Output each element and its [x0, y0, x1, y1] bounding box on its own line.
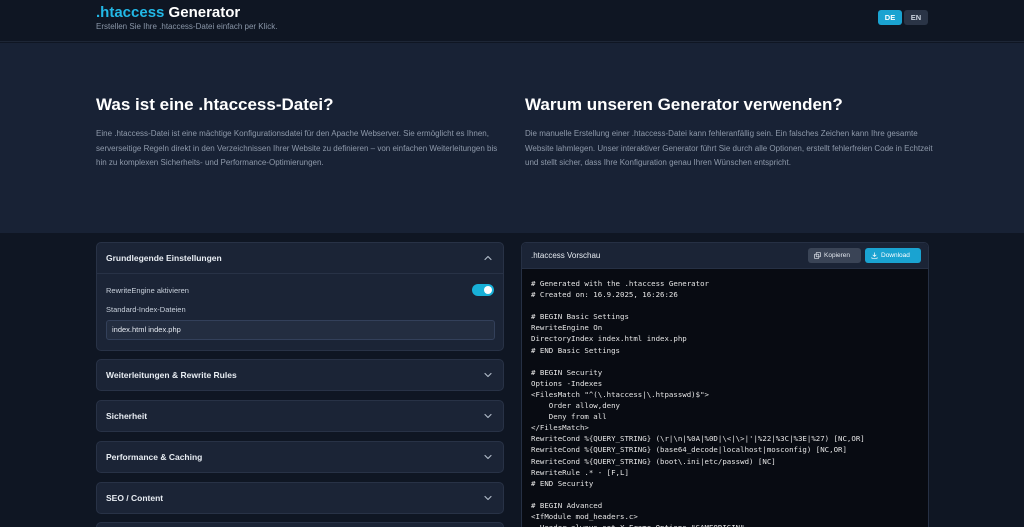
rewrite-engine-label: RewriteEngine aktivieren: [106, 285, 189, 295]
accordion-performance[interactable]: Performance & Caching: [96, 441, 504, 473]
code-line: <FilesMatch "^(\.htaccess|\.htpasswd)$">: [531, 389, 709, 399]
accordion-basic-settings-title: Grundlegende Einstellungen: [106, 253, 222, 263]
accordion-performance-header[interactable]: Performance & Caching: [97, 442, 503, 472]
chevron-down-icon: [484, 454, 492, 460]
accordion-seo-header[interactable]: SEO / Content: [97, 483, 503, 513]
chevron-down-icon: [484, 413, 492, 419]
accordion-redirects-header[interactable]: Weiterleitungen & Rewrite Rules: [97, 360, 503, 390]
accordion-security-title: Sicherheit: [106, 411, 148, 421]
code-line: <IfModule mod_headers.c>: [531, 511, 638, 521]
code-line: RewriteEngine On: [531, 323, 603, 333]
code-line: RewriteCond %{QUERY_STRING} (boot\.ini|e…: [531, 456, 776, 466]
download-button[interactable]: Download: [865, 248, 921, 263]
code-line: RewriteRule .* - [F,L]: [531, 467, 629, 477]
code-line: # END Security: [531, 478, 594, 488]
intro-what-is: Was ist eine .htaccess-Datei? Eine .htac…: [96, 95, 506, 171]
accordion-next[interactable]: [96, 522, 504, 527]
code-line: Options -Indexes: [531, 378, 603, 388]
copy-button[interactable]: Kopieren: [808, 248, 861, 263]
accordion-basic-settings-body: RewriteEngine aktivieren Standard-Index-…: [97, 273, 503, 350]
code-line: RewriteCond %{QUERY_STRING} (\r|\n|%0A|%…: [531, 434, 865, 444]
accordion-seo-title: SEO / Content: [106, 493, 164, 503]
code-line: # Generated with the .htaccess Generator: [531, 279, 709, 288]
code-line: # END Basic Settings: [531, 345, 620, 355]
htaccess-preview-panel: .htaccess Vorschau Kopieren Download # G…: [521, 242, 929, 527]
intro-why-heading: Warum unseren Generator verwenden?: [525, 95, 843, 114]
copy-button-label: Kopieren: [824, 252, 851, 259]
intro-why-text: Die manuelle Erstellung einer .htaccess-…: [525, 129, 933, 167]
download-button-label: Download: [881, 252, 910, 259]
code-line: # BEGIN Advanced: [531, 500, 603, 510]
accordion-seo[interactable]: SEO / Content: [96, 482, 504, 514]
htaccess-code-output: # Generated with the .htaccess Generator…: [531, 278, 923, 527]
index-files-label: Standard-Index-Dateien: [106, 305, 186, 314]
intro-section: Was ist eine .htaccess-Datei? Eine .htac…: [0, 43, 1024, 233]
accordion-security[interactable]: Sicherheit: [96, 400, 504, 432]
accordion-basic-settings-header[interactable]: Grundlegende Einstellungen: [97, 243, 503, 273]
accordion-redirects-title: Weiterleitungen & Rewrite Rules: [106, 370, 237, 380]
language-en-button[interactable]: EN: [904, 10, 928, 25]
code-line: DirectoryIndex index.html index.php: [531, 334, 687, 344]
code-line: # Created on: 16.9.2025, 16:26:26: [531, 290, 678, 300]
top-header: .htaccess Generator Erstellen Sie Ihre .…: [0, 0, 1024, 42]
chevron-up-icon: [484, 255, 492, 261]
preview-title: .htaccess Vorschau: [531, 251, 601, 260]
accordion-basic-settings: Grundlegende Einstellungen RewriteEngine…: [96, 242, 504, 351]
code-line: </FilesMatch>: [531, 423, 589, 433]
intro-what-is-heading: Was ist eine .htaccess-Datei?: [96, 95, 334, 114]
intro-why: Warum unseren Generator verwenden? Die m…: [525, 95, 935, 171]
intro-what-is-text: Eine .htaccess-Datei ist eine mächtige K…: [96, 129, 498, 167]
code-line: Header always set X-Frame-Options "SAMEO…: [531, 522, 923, 527]
app-subtitle: Erstellen Sie Ihre .htaccess-Datei einfa…: [96, 22, 278, 31]
app-title-accent: .htaccess: [96, 4, 165, 21]
copy-icon: [814, 252, 821, 259]
accordion-redirects[interactable]: Weiterleitungen & Rewrite Rules: [96, 359, 504, 391]
download-icon: [871, 252, 878, 259]
rewrite-engine-toggle[interactable]: [472, 284, 494, 296]
code-line: Order allow,deny: [531, 401, 620, 411]
code-line: Deny from all: [531, 412, 607, 422]
chevron-down-icon: [484, 372, 492, 378]
accordion-security-header[interactable]: Sicherheit: [97, 401, 503, 431]
code-line: # BEGIN Basic Settings: [531, 312, 629, 322]
accordion-performance-title: Performance & Caching: [106, 452, 203, 462]
chevron-down-icon: [484, 495, 492, 501]
code-line: # BEGIN Security: [531, 367, 603, 377]
rewrite-engine-row: RewriteEngine aktivieren: [106, 284, 494, 296]
language-de-button[interactable]: DE: [878, 10, 902, 25]
code-line: RewriteCond %{QUERY_STRING} (base64_deco…: [531, 445, 847, 455]
app-title-rest: Generator: [164, 4, 241, 21]
preview-header: .htaccess Vorschau Kopieren Download: [522, 243, 928, 269]
index-files-input[interactable]: [106, 319, 495, 340]
app-title: .htaccess Generator: [96, 4, 240, 21]
